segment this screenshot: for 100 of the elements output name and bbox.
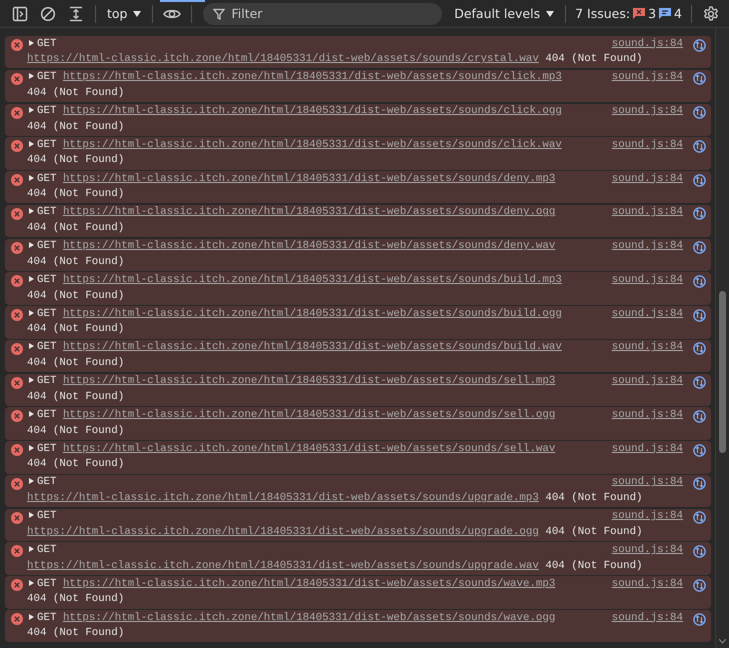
caret-icon [546,10,554,16]
expand-toggle[interactable] [29,107,34,114]
method-text: GET [37,274,56,286]
scrollbar[interactable] [715,28,729,648]
sync-icon [692,274,706,288]
url-link[interactable]: https://html-classic.itch.zone/html/18405331/dist-web/assets/sounds/click.ogg [62,105,562,118]
sync-icon [692,477,706,490]
source-link[interactable]: sound.js:84 [612,576,687,592]
url-link[interactable]: https://html-classic.itch.zone/html/18405331/dist-web/assets/sounds/sell.wav [62,442,556,455]
source-link[interactable]: sound.js:84 [612,205,687,222]
expand-toggle[interactable] [29,614,34,620]
sync-icon [692,140,706,153]
source-link[interactable]: sound.js:84 [612,374,687,390]
url-link[interactable]: https://html-classic.itch.zone/html/18405331/dist-web/assets/sounds/deny.wav [62,240,556,252]
status-text: 404 (Not Found) [545,526,643,538]
expand-toggle[interactable] [29,242,34,248]
error-icon [11,72,23,85]
method-text: GET [37,510,56,522]
expand-toggle[interactable] [29,208,34,214]
url-link[interactable]: https://html-classic.itch.zone/html/18405331/dist-web/assets/sounds/click.mp3 [62,71,562,84]
source-link[interactable]: sound.js:84 [612,104,687,120]
source-link[interactable]: sound.js:84 [612,272,687,289]
source-link[interactable]: sound.js:84 [612,475,687,492]
sync-icon [692,207,706,220]
sidebar-icon [12,6,28,22]
scroll-down-icon[interactable] [719,639,726,644]
expand-toggle[interactable] [29,546,34,552]
error-icon [11,140,23,152]
expand-toggle[interactable] [29,410,34,417]
url-link[interactable]: https://html-classic.itch.zone/html/18405331/dist-web/assets/sounds/build.ogg [62,308,562,320]
sync-icon [692,511,706,524]
url-link[interactable]: https://html-classic.itch.zone/html/18405331/dist-web/assets/sounds/click.wav [62,138,562,151]
status-text: 404 (Not Found) [27,222,124,234]
url-link[interactable]: https://html-classic.itch.zone/html/18405331/dist-web/assets/sounds/upgrade.ogg [27,526,539,538]
error-icon [11,410,23,422]
url-link[interactable]: https://html-classic.itch.zone/html/18405331/dist-web/assets/sounds/build.wav [62,341,562,354]
scrollbar-thumb[interactable] [719,291,726,453]
method-text: GET [37,240,56,252]
expand-toggle[interactable] [29,73,34,80]
url-link[interactable]: https://html-classic.itch.zone/html/18405331/dist-web/assets/sounds/sell.mp3 [62,375,556,388]
source-link[interactable]: sound.js:84 [612,509,687,525]
source-link[interactable]: sound.js:84 [612,36,687,52]
method-text: GET [37,612,56,624]
source-link[interactable]: sound.js:84 [612,408,687,424]
status-text: 404 (Not Found) [27,120,124,133]
status-text: 404 (Not Found) [27,627,124,640]
sync-icon [692,241,706,254]
source-link[interactable]: sound.js:84 [612,306,687,322]
error-icon [11,309,23,322]
source-link[interactable]: sound.js:84 [612,442,687,458]
expand-toggle[interactable] [29,40,34,46]
source-link[interactable]: sound.js:84 [612,70,687,86]
method-text: GET [37,308,56,320]
source-link[interactable]: sound.js:84 [612,340,687,356]
expand-toggle[interactable] [29,174,34,181]
method-text: GET [37,38,56,50]
url-link[interactable]: https://html-classic.itch.zone/html/18405331/dist-web/assets/sounds/upgrade.mp3 [27,492,539,504]
source-link[interactable]: sound.js:84 [612,239,687,255]
status-text: 404 (Not Found) [27,357,124,370]
status-text: 404 (Not Found) [27,390,124,403]
status-text: 404 (Not Found) [27,424,124,437]
block-icon [40,6,56,22]
url-link[interactable]: https://html-classic.itch.zone/html/18405331/dist-web/assets/sounds/sell.ogg [62,408,556,421]
log-levels-dropdown[interactable]: Default levels [448,6,560,21]
expand-toggle[interactable] [29,310,34,316]
sync-icon [692,612,706,626]
issues-button[interactable]: 7 Issues: 3 4 [571,6,686,21]
error-icon [11,342,23,355]
error-icon [11,275,23,288]
status-text: 404 (Not Found) [27,188,124,200]
expand-toggle[interactable] [29,343,34,350]
error-icon [11,376,23,389]
url-link[interactable]: https://html-classic.itch.zone/html/18405331/dist-web/assets/sounds/upgrade.wav [27,560,539,572]
method-text: GET [37,442,56,455]
status-text: 404 (Not Found) [27,323,124,336]
url-link[interactable]: https://html-classic.itch.zone/html/18405331/dist-web/assets/sounds/deny.mp3 [62,172,556,185]
method-text: GET [37,476,56,488]
status-text: 404 (Not Found) [545,53,643,66]
source-link[interactable]: sound.js:84 [612,172,687,188]
url-link[interactable]: https://html-classic.itch.zone/html/18405331/dist-web/assets/sounds/wave.mp3 [62,578,556,590]
expand-toggle[interactable] [29,377,34,384]
context-dropdown[interactable]: top [101,6,148,21]
sync-icon [692,38,706,52]
url-link[interactable]: https://html-classic.itch.zone/html/18405331/dist-web/assets/sounds/crystal.wav [27,53,539,66]
source-link[interactable]: sound.js:84 [612,138,687,154]
expand-toggle[interactable] [29,478,34,484]
expand-toggle[interactable] [29,140,34,147]
url-link[interactable]: https://html-classic.itch.zone/html/18405331/dist-web/assets/sounds/wave.ogg [62,612,556,624]
expand-toggle[interactable] [29,580,34,586]
source-link[interactable]: sound.js:84 [612,542,687,559]
source-link[interactable]: sound.js:84 [612,610,687,626]
expand-toggle[interactable] [29,512,34,518]
sync-icon [692,342,706,356]
method-text: GET [37,71,56,84]
expand-toggle[interactable] [29,444,34,451]
error-icon [11,39,23,51]
url-link[interactable]: https://html-classic.itch.zone/html/18405331/dist-web/assets/sounds/build.mp3 [62,274,562,286]
filter-field[interactable]: Filter [203,2,442,24]
expand-toggle[interactable] [29,276,34,282]
url-link[interactable]: https://html-classic.itch.zone/html/18405331/dist-web/assets/sounds/deny.ogg [62,206,556,218]
